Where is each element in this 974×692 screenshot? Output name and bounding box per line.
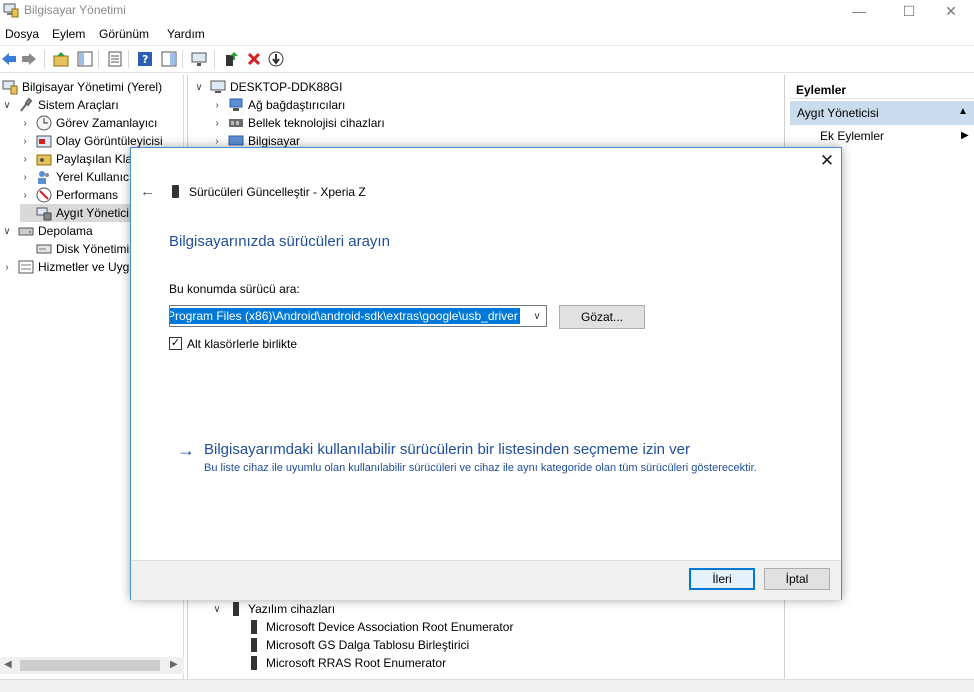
arrow-right-icon[interactable]: → xyxy=(177,440,195,461)
dialog-heading: Bilgisayarınızda sürücüleri arayın xyxy=(169,233,390,250)
performance-icon xyxy=(36,187,52,203)
tree-services[interactable]: › Hizmetler ve Uyg xyxy=(2,258,129,276)
tree-software-item[interactable]: Microsoft GS Dalga Tablosu Birleştirici xyxy=(246,636,469,654)
tree-memory-devices[interactable]: › Bellek teknolojisi cihazları xyxy=(212,114,384,132)
computer-management-icon xyxy=(2,79,18,95)
menu-help[interactable]: Yardım xyxy=(167,27,205,41)
scan-download-icon[interactable] xyxy=(267,50,285,68)
tree-computer-node[interactable]: ∨ DESKTOP-DDK88GI xyxy=(194,78,342,96)
network-adapter-icon xyxy=(228,97,244,113)
chevron-right-icon[interactable]: › xyxy=(20,136,30,147)
chevron-right-icon[interactable]: › xyxy=(212,136,222,147)
phone-device-icon xyxy=(228,601,244,617)
search-path-label: Bu konumda sürücü ara: xyxy=(169,282,300,296)
tree-software-devices[interactable]: ∨ Yazılım cihazları xyxy=(212,600,335,618)
chevron-down-icon[interactable]: ∨ xyxy=(528,306,546,326)
phone-device-icon xyxy=(246,619,262,635)
tree-system-tools[interactable]: ∨ Sistem Araçları xyxy=(2,96,119,114)
more-actions-item[interactable]: Ek Eylemler xyxy=(820,129,884,143)
storage-icon xyxy=(18,223,34,239)
tree-performance[interactable]: › Performans xyxy=(20,186,118,204)
up-folder-icon[interactable] xyxy=(52,50,70,68)
desktop-computer-icon xyxy=(210,79,226,95)
help-icon[interactable]: ? xyxy=(136,50,154,68)
chevron-down-icon[interactable]: ∨ xyxy=(2,100,12,111)
collapse-up-icon[interactable]: ▲ xyxy=(958,106,968,117)
shared-folder-icon xyxy=(36,151,52,167)
menu-file[interactable]: Dosya xyxy=(5,27,39,41)
search-path-value[interactable]: Program Files (x86)\Android\android-sdk\… xyxy=(170,308,520,324)
actions-section-device-manager[interactable]: Aygıt Yöneticisi ▲ xyxy=(790,101,974,125)
include-subfolders-checkbox[interactable]: ✓ xyxy=(169,337,182,350)
submenu-arrow-icon: ▶ xyxy=(961,130,969,141)
tree-local-users[interactable]: › Yerel Kullanıcı xyxy=(20,168,132,186)
dialog-close-icon[interactable]: ✕ xyxy=(819,152,835,169)
disk-icon xyxy=(36,241,52,257)
left-horizontal-scrollbar[interactable]: ◀ ▶ xyxy=(0,657,184,674)
include-subfolders-label[interactable]: Alt klasörlerle birlikte xyxy=(187,337,297,351)
back-arrow-icon[interactable]: ← xyxy=(140,183,155,200)
chevron-down-icon[interactable]: ∨ xyxy=(212,604,222,615)
window-title: Bilgisayar Yönetimi xyxy=(24,3,126,17)
chevron-right-icon[interactable]: › xyxy=(20,118,30,129)
tree-software-item[interactable]: Microsoft Device Association Root Enumer… xyxy=(246,618,513,636)
pick-from-list-link[interactable]: Bilgisayarımdaki kullanılabilir sürücüle… xyxy=(204,441,690,458)
tree-storage[interactable]: ∨ Depolama xyxy=(2,222,92,240)
browse-button[interactable]: Gözat... xyxy=(559,305,645,329)
phone-device-icon xyxy=(246,637,262,653)
maximize-button[interactable]: ☐ xyxy=(886,0,932,22)
chevron-right-icon[interactable]: › xyxy=(20,190,30,201)
action-pane-icon[interactable] xyxy=(160,50,178,68)
tree-root[interactable]: Bilgisayar Yönetimi (Yerel) xyxy=(2,78,162,96)
title-bar: Bilgisayar Yönetimi — ☐ ✕ xyxy=(0,0,974,22)
update-driver-dialog: ✕ ← Sürücüleri Güncelleştir - Xperia Z B… xyxy=(130,147,842,600)
phone-device-icon xyxy=(246,655,262,671)
svg-text:?: ? xyxy=(142,53,148,66)
next-button[interactable]: İleri xyxy=(689,568,755,590)
back-arrow-icon[interactable] xyxy=(0,50,18,68)
chevron-right-icon[interactable]: › xyxy=(212,100,222,111)
tools-icon xyxy=(18,97,34,113)
update-driver-icon[interactable] xyxy=(222,50,240,68)
status-bar xyxy=(0,679,974,692)
memory-icon xyxy=(228,115,244,131)
close-button[interactable]: ✕ xyxy=(928,0,974,22)
pick-from-list-description: Bu liste cihaz ile uyumlu olan kullanıla… xyxy=(204,462,757,474)
chevron-down-icon[interactable]: ∨ xyxy=(194,82,204,93)
computer-management-icon xyxy=(3,3,19,18)
search-path-combobox[interactable]: Program Files (x86)\Android\android-sdk\… xyxy=(169,305,547,327)
cancel-button[interactable]: İptal xyxy=(764,568,830,590)
tree-software-item[interactable]: Microsoft RRAS Root Enumerator xyxy=(246,654,446,672)
forward-arrow-icon[interactable] xyxy=(20,50,38,68)
device-manager-icon xyxy=(36,205,52,221)
show-hide-tree-icon[interactable] xyxy=(76,50,94,68)
chevron-down-icon[interactable]: ∨ xyxy=(2,226,12,237)
menu-view[interactable]: Görünüm xyxy=(99,27,149,41)
phone-device-icon xyxy=(172,185,179,198)
properties-icon[interactable] xyxy=(106,50,124,68)
chevron-right-icon[interactable]: › xyxy=(20,154,30,165)
uninstall-x-icon[interactable] xyxy=(245,50,263,68)
event-viewer-icon xyxy=(36,133,52,149)
services-icon xyxy=(18,259,34,275)
monitor-icon[interactable] xyxy=(190,50,208,68)
chevron-right-icon[interactable]: › xyxy=(20,172,30,183)
actions-header: Eylemler xyxy=(790,78,974,99)
minimize-button[interactable]: — xyxy=(836,0,882,22)
clock-icon xyxy=(36,115,52,131)
tree-task-scheduler[interactable]: › Görev Zamanlayıcı xyxy=(20,114,157,132)
menu-action[interactable]: Eylem xyxy=(52,27,85,41)
tree-network-adapters[interactable]: › Ağ bağdaştırıcıları xyxy=(212,96,345,114)
chevron-right-icon[interactable]: › xyxy=(212,118,222,129)
dialog-title: Sürücüleri Güncelleştir - Xperia Z xyxy=(189,185,366,199)
chevron-right-icon[interactable]: › xyxy=(2,262,12,273)
users-icon xyxy=(36,169,52,185)
tree-shared-folders[interactable]: › Paylaşılan Kla xyxy=(20,150,132,168)
tree-disk-management[interactable]: Disk Yönetimi xyxy=(20,240,129,258)
